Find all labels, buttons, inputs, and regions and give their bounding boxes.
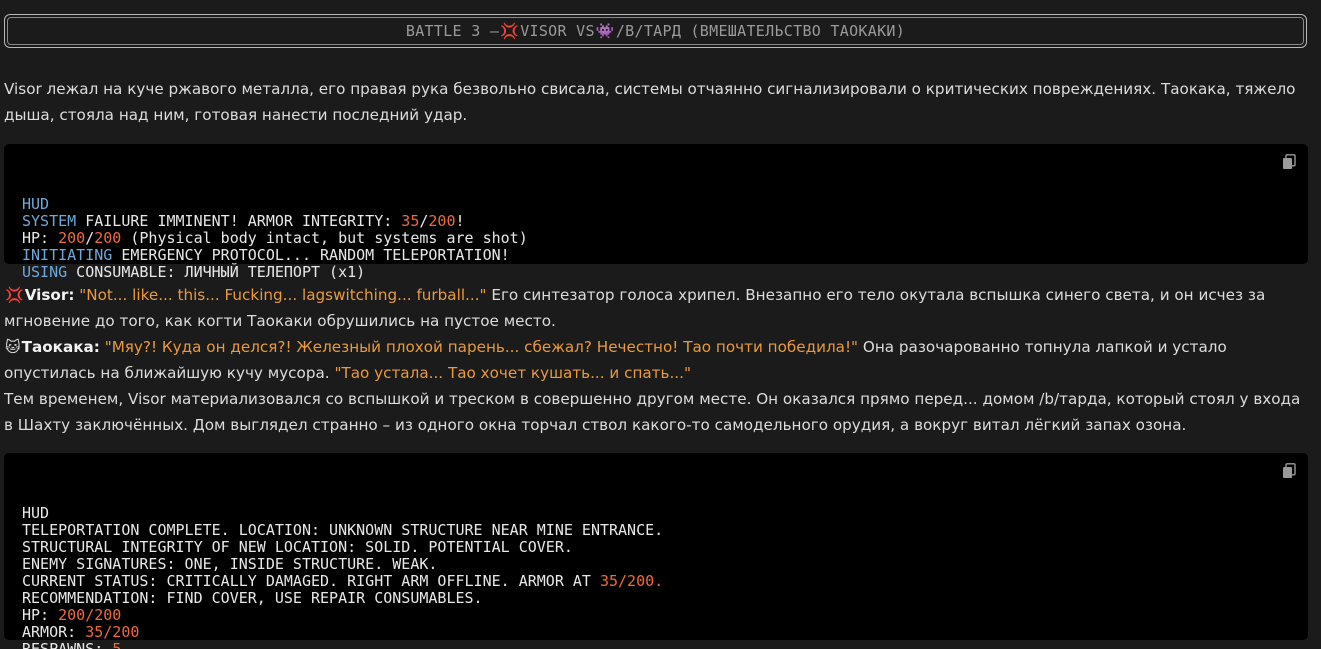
chat-page: BATTLE 3 – 💢 VISOR VS 👾 /B/ТАРД (ВМЕШАТЕ… [0, 0, 1321, 649]
battle-title-box: BATTLE 3 – 💢 VISOR VS 👾 /B/ТАРД (ВМЕШАТЕ… [4, 14, 1307, 48]
anger-icon: 💢 [500, 22, 520, 40]
title-btard: /B/ТАРД (ВМЕШАТЕЛЬСТВО ТАОКАКИ) [615, 22, 906, 40]
hud-line: SYSTEM FAILURE IMMINENT! ARMOR INTEGRITY… [22, 212, 465, 230]
story-paragraph: 💢Visor: "Not... like... this... Fucking.… [4, 282, 1309, 438]
hud-line: TELEPORTATION COMPLETE. LOCATION: UNKNOW… [22, 521, 664, 539]
hud-line: HUD [22, 504, 50, 522]
hud-line: CURRENT STATUS: CRITICALLY DAMAGED. RIGH… [22, 572, 664, 590]
taokaka-speech-2: "Тао устала... Тао хочет кушать... и спа… [334, 364, 691, 382]
hud-line: HP: 200/200 (Physical body intact, but s… [22, 229, 528, 247]
intro-paragraph: Visor лежал на куче ржавого металла, его… [4, 80, 1296, 124]
hud-line: RECOMMENDATION: FIND COVER, USE REPAIR C… [22, 589, 483, 607]
alien-monster-icon: 👾 [595, 22, 615, 40]
hud-line: HP: 200/200 [22, 606, 122, 624]
narration: Тем временем, Visor материализовался со … [4, 390, 1301, 434]
speaker-visor: Visor: [24, 286, 75, 304]
hud-line: ENEMY SIGNATURES: ONE, INSIDE STRUCTURE.… [22, 555, 438, 573]
taokaka-speech: "Мяу?! Куда он делся?! Железный плохой п… [104, 338, 859, 356]
hud-line: HUD [22, 195, 50, 213]
cat-icon: 🐱 [5, 338, 21, 356]
visor-speech: "Not... like... this... Fucking... lagsw… [79, 286, 487, 304]
title-visor: VISOR VS [520, 22, 595, 40]
hud-line: USING CONSUMABLE: ЛИЧНЫЙ ТЕЛЕПОРТ (x1) [22, 263, 366, 281]
hud-code-block-1: HUD SYSTEM FAILURE IMMINENT! ARMOR INTEGR… [4, 144, 1308, 281]
hud-line: RESPAWNS: 5 [22, 640, 122, 649]
hud-line: STRUCTURAL INTEGRITY OF NEW LOCATION: SO… [22, 538, 573, 556]
hud-line: INITIATING EMERGENCY PROTOCOL... RANDOM … [22, 246, 510, 264]
title-prefix: BATTLE 3 – [405, 22, 500, 40]
speaker-taokaka: Таокака: [21, 338, 100, 356]
anger-icon: 💢 [5, 286, 24, 304]
hud-code-block-2: HUD TELEPORTATION COMPLETE. LOCATION: UNK… [4, 453, 1308, 649]
copy-icon[interactable] [1282, 154, 1296, 170]
battle-title: BATTLE 3 – 💢 VISOR VS 👾 /B/ТАРД (ВМЕШАТЕ… [7, 17, 1304, 45]
copy-icon[interactable] [1282, 463, 1296, 479]
hud-line: ARMOR: 35/200 [22, 623, 140, 641]
